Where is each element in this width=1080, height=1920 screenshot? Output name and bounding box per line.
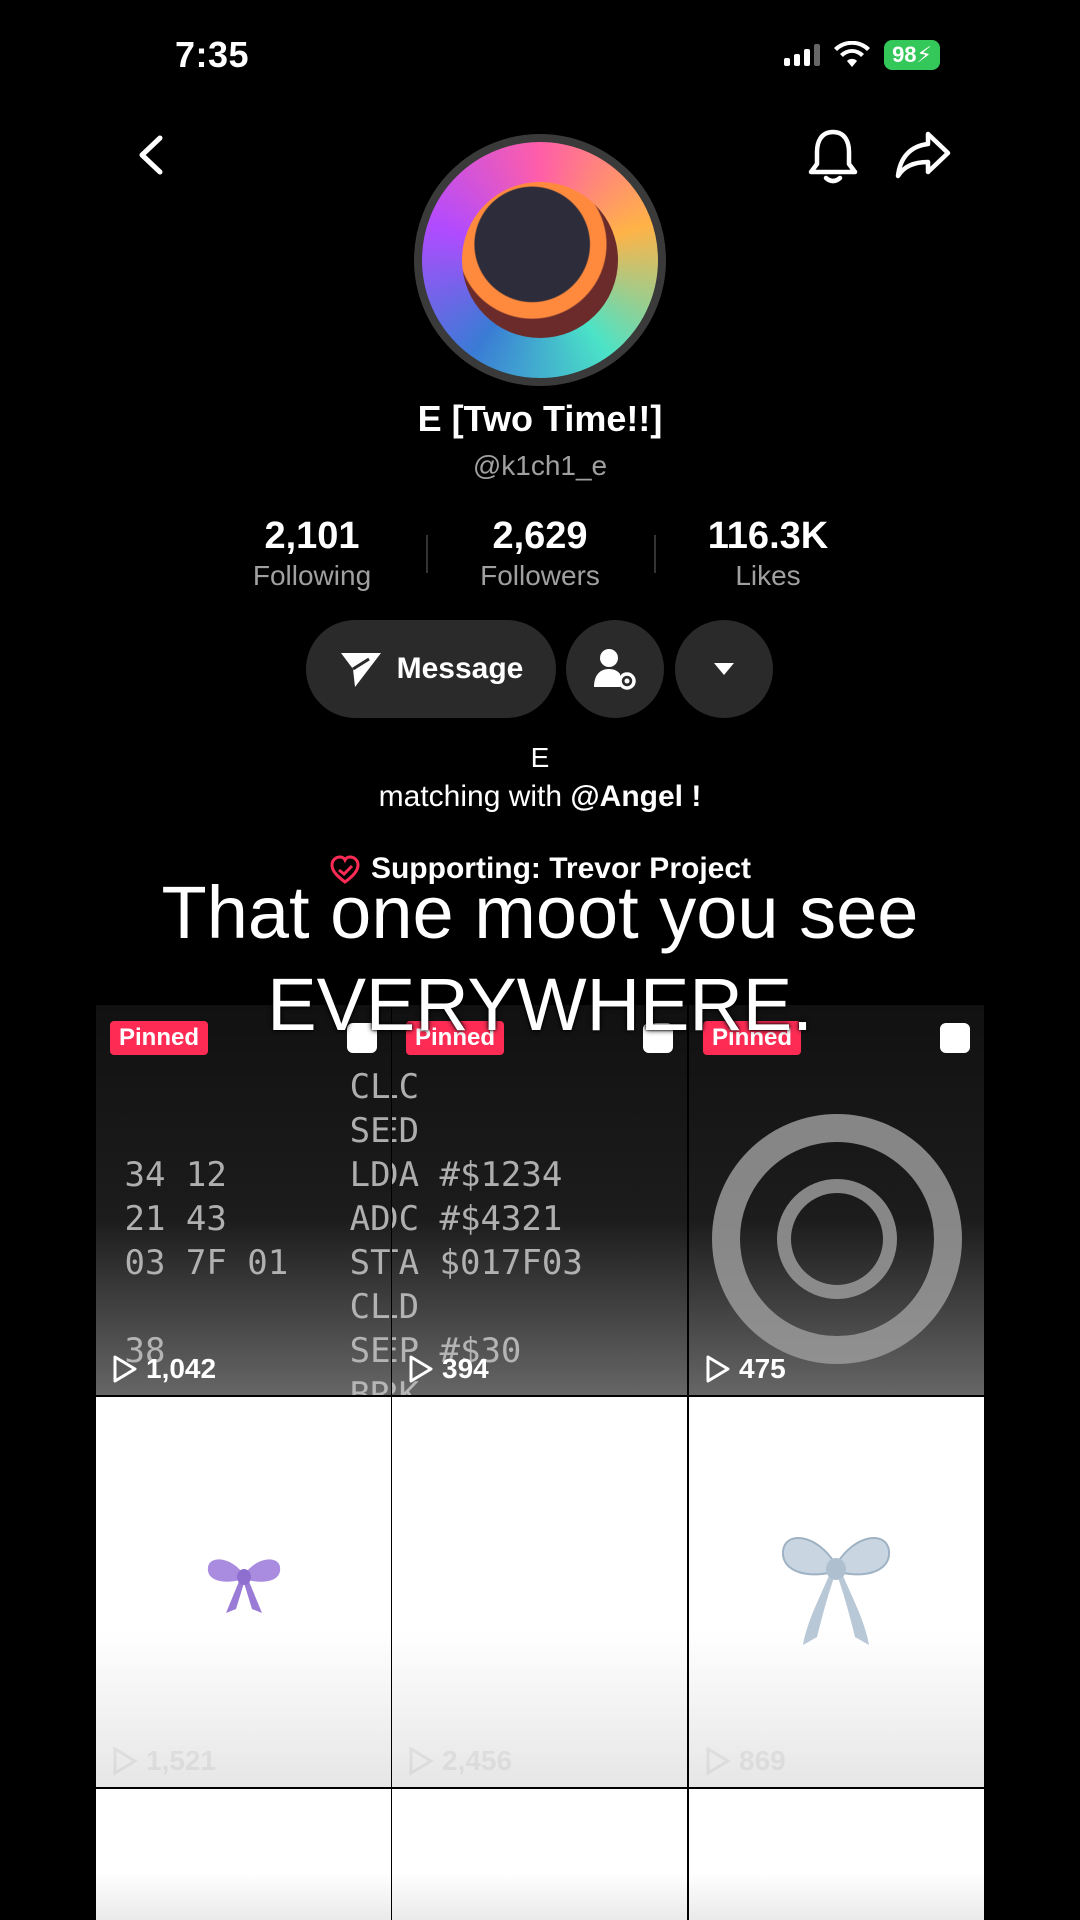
stat-divider [426, 535, 428, 573]
stat-followers[interactable]: 2,629 Followers [430, 515, 650, 592]
caret-down-icon [714, 663, 734, 675]
bio-mention-link[interactable]: @Angel [570, 780, 683, 813]
wifi-icon [834, 41, 871, 67]
view-count-value: 2,456 [442, 1745, 513, 1776]
play-icon [409, 1355, 433, 1383]
thumbnail-emblem-inner [776, 1179, 897, 1299]
thumbnail-code-art: CLC SED 34 12 LDA #$1234 21 43 ADC #$432… [124, 1067, 391, 1395]
video-thumbnail[interactable]: 1,521 [96, 1397, 391, 1787]
stat-following[interactable]: 2,101 Following [202, 515, 422, 592]
user-settings-icon [594, 649, 636, 690]
view-count-value: 475 [739, 1353, 786, 1384]
view-count: 394 [408, 1353, 489, 1385]
play-icon [113, 1355, 137, 1383]
display-name: E [Two Time!!] [417, 398, 663, 439]
video-thumbnail[interactable]: CLC SED LDA #$1234 ADC #$4321 STA $017F0… [392, 1005, 687, 1395]
play-icon [706, 1355, 730, 1383]
username-handle: @k1ch1_e [472, 450, 608, 481]
silver-bow-image [781, 1537, 891, 1645]
stat-divider [654, 535, 656, 573]
followers-count: 2,629 [492, 515, 588, 557]
send-icon [340, 653, 381, 687]
following-label: Following [252, 560, 372, 591]
view-count-value: 1,042 [146, 1353, 217, 1384]
bio-text-suffix: ! [683, 780, 702, 813]
battery-level: 98 [892, 42, 917, 67]
bell-icon[interactable] [805, 126, 861, 186]
view-count: 869 [705, 1745, 786, 1777]
bio-line-2: matching with @Angel ! [0, 780, 1080, 814]
video-thumbnail[interactable] [392, 1789, 687, 1920]
view-count: 2,456 [408, 1745, 512, 1777]
friend-settings-button[interactable] [566, 620, 664, 718]
followers-label: Followers [480, 560, 600, 591]
stat-likes[interactable]: 116.3K Likes [658, 515, 878, 592]
play-icon [113, 1746, 138, 1776]
view-count: 1,042 [112, 1353, 216, 1385]
overlay-caption-line-2: EVERYWHERE. [267, 963, 813, 1046]
more-dropdown-button[interactable] [675, 620, 773, 718]
likes-count: 116.3K [707, 515, 829, 557]
video-thumbnail[interactable] [689, 1789, 984, 1920]
cellular-signal-icon [784, 44, 821, 66]
bio-text: matching with [378, 780, 571, 813]
play-icon [706, 1746, 731, 1776]
thumbnail-code-art: CLC SED LDA #$1234 ADC #$4321 STA $017F0… [392, 1067, 583, 1395]
battery-indicator: 98⚡ [884, 40, 940, 70]
message-button-label: Message [396, 652, 524, 685]
video-thumbnail[interactable]: 869 [689, 1397, 984, 1787]
view-count-value: 1,521 [146, 1745, 217, 1776]
message-button[interactable]: Message [306, 620, 556, 718]
profile-stats: 2,101 Following 2,629 Followers 116.3K L… [0, 515, 1080, 595]
status-indicators: 98⚡ [784, 40, 940, 70]
share-arrow-icon[interactable] [894, 126, 954, 182]
play-icon [409, 1746, 434, 1776]
avatar[interactable] [414, 134, 666, 386]
video-thumbnail[interactable] [96, 1789, 391, 1920]
video-thumbnail[interactable]: 2,456 [392, 1397, 687, 1787]
video-thumbnail[interactable]: CLC SED 34 12 LDA #$1234 21 43 ADC #$432… [96, 1005, 391, 1395]
likes-label: Likes [735, 560, 801, 591]
video-thumbnail[interactable]: Pinned 475 [689, 1005, 984, 1395]
bio-line-1: E [530, 742, 550, 773]
purple-bow-image [207, 1559, 281, 1613]
back-arrow-icon[interactable] [128, 130, 178, 180]
view-count-value: 394 [442, 1353, 489, 1384]
status-time: 7:35 [175, 34, 250, 75]
following-count: 2,101 [264, 515, 360, 557]
view-count: 475 [705, 1353, 786, 1385]
view-count: 1,521 [112, 1745, 216, 1777]
view-count-value: 869 [739, 1745, 786, 1776]
overlay-caption-line-1: That one moot you see [161, 871, 919, 954]
